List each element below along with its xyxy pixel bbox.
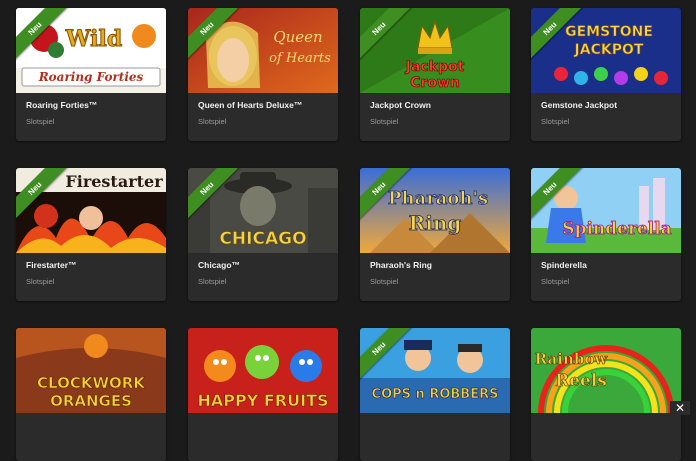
- game-thumbnail[interactable]: Wild Roaring Forties: [16, 8, 166, 93]
- game-card-clockwork-oranges[interactable]: CLOCKWORK ORANGES: [16, 328, 166, 461]
- art-gemstone-text: GEMSTONE: [565, 24, 653, 40]
- game-thumbnail[interactable]: COPS n ROBBERS: [360, 328, 510, 413]
- game-category: Slotspiel: [26, 117, 55, 126]
- art-wild-text: Wild: [65, 26, 122, 52]
- art-roaring-text: Roaring Forties: [38, 70, 144, 84]
- close-icon[interactable]: ✕: [670, 401, 690, 415]
- game-card-chicago[interactable]: CHICAGO Neu Chicago™ Slotspiel: [188, 168, 338, 301]
- game-category: Slotspiel: [370, 117, 399, 126]
- art-pharaohs-text: Pharaoh's: [388, 188, 488, 209]
- game-thumbnail[interactable]: CHICAGO: [188, 168, 338, 253]
- game-title[interactable]: Jackpot Crown: [370, 100, 431, 110]
- art-cops-robbers-text: COPS n ROBBERS: [372, 387, 499, 402]
- art-rainbow-text: Rainbow: [535, 350, 609, 368]
- art-jackpot-text: Jackpot: [405, 59, 465, 75]
- game-thumbnail[interactable]: Pharaoh's Ring: [360, 168, 510, 253]
- game-card-jackpot-crown[interactable]: Jackpot Crown Neu Jackpot Crown Slotspie…: [360, 8, 510, 141]
- game-category: Slotspiel: [198, 117, 227, 126]
- game-card-firestarter[interactable]: Firestarter Neu Firestarter™ Slotspiel: [16, 168, 166, 301]
- art-oranges-text: ORANGES: [50, 392, 132, 410]
- game-thumbnail[interactable]: HAPPY FRUITS: [188, 328, 338, 413]
- game-thumbnail[interactable]: GEMSTONE JACKPOT: [531, 8, 681, 93]
- game-category: Slotspiel: [26, 277, 55, 286]
- art-jackpot-text: JACKPOT: [574, 42, 644, 58]
- art-clockwork-text: CLOCKWORK: [37, 374, 146, 392]
- game-title[interactable]: Roaring Forties™: [26, 100, 97, 110]
- art-spinderella-text: Spinderella: [562, 219, 671, 239]
- game-card-spinderella[interactable]: Spinderella Neu Spinderella Slotspiel: [531, 168, 681, 301]
- game-title[interactable]: Gemstone Jackpot: [541, 100, 617, 110]
- art-crown-text: Crown: [410, 75, 460, 91]
- art-firestarter-text: Firestarter: [65, 172, 163, 191]
- art-happy-fruits-text: HAPPY FRUITS: [197, 391, 328, 410]
- game-thumbnail[interactable]: Queen of Hearts: [188, 8, 338, 93]
- game-card-cops-n-robbers[interactable]: COPS n ROBBERS Neu: [360, 328, 510, 461]
- game-grid: Wild Roaring Forties Neu Roaring Forties…: [0, 0, 696, 461]
- game-card-pharaohs-ring[interactable]: Pharaoh's Ring Neu Pharaoh's Ring Slotsp…: [360, 168, 510, 301]
- game-category: Slotspiel: [541, 117, 570, 126]
- game-title[interactable]: Firestarter™: [26, 260, 77, 270]
- art-ring-text: Ring: [409, 211, 462, 235]
- game-thumbnail[interactable]: Spinderella: [531, 168, 681, 253]
- game-thumbnail[interactable]: Jackpot Crown: [360, 8, 510, 93]
- game-card-happy-fruits[interactable]: HAPPY FRUITS: [188, 328, 338, 461]
- game-category: Slotspiel: [370, 277, 399, 286]
- game-title[interactable]: Spinderella: [541, 260, 587, 270]
- game-thumbnail[interactable]: CLOCKWORK ORANGES: [16, 328, 166, 413]
- game-card-queen-of-hearts[interactable]: Queen of Hearts Neu Queen of Hearts Delu…: [188, 8, 338, 141]
- art-queen-text: Queen: [273, 28, 322, 46]
- game-category: Slotspiel: [541, 277, 570, 286]
- art-chicago-text: CHICAGO: [219, 229, 306, 249]
- art-hearts-text: of Hearts: [269, 51, 331, 66]
- game-title[interactable]: Chicago™: [198, 260, 240, 270]
- game-title[interactable]: Queen of Hearts Deluxe™: [198, 100, 302, 110]
- game-thumbnail[interactable]: Rainbow Reels: [531, 328, 681, 413]
- game-thumbnail[interactable]: Firestarter: [16, 168, 166, 253]
- art-reels-text: Reels: [555, 371, 607, 391]
- game-card-roaring-forties[interactable]: Wild Roaring Forties Neu Roaring Forties…: [16, 8, 166, 141]
- game-card-gemstone-jackpot[interactable]: GEMSTONE JACKPOT Neu Gemstone Jackpot Sl…: [531, 8, 681, 141]
- game-title[interactable]: Pharaoh's Ring: [370, 260, 432, 270]
- game-card-rainbow-reels[interactable]: Rainbow Reels: [531, 328, 681, 461]
- game-category: Slotspiel: [198, 277, 227, 286]
